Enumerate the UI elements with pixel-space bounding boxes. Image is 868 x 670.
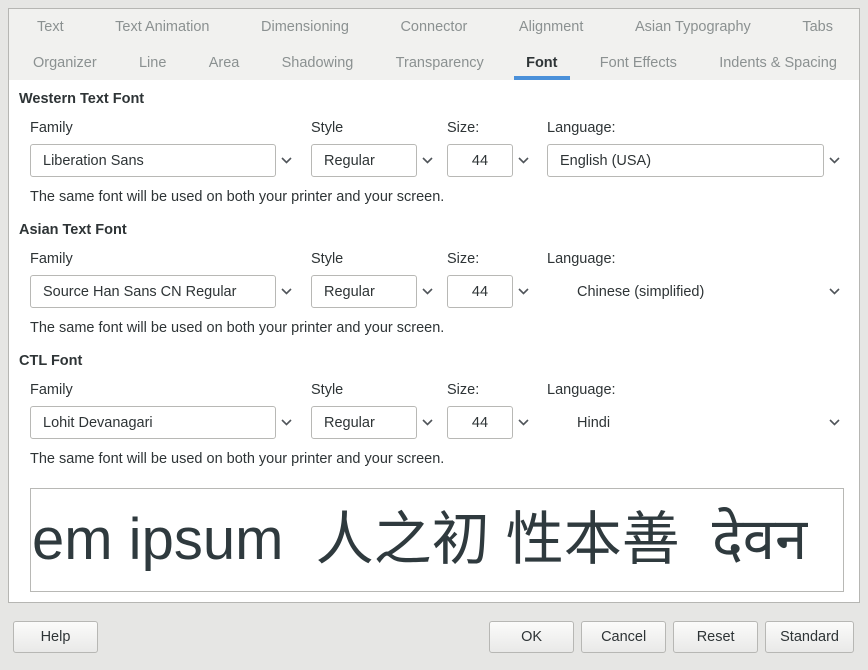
tab-shadowing[interactable]: Shadowing [270,45,366,80]
chevron-down-icon[interactable] [824,275,844,308]
asian-size-combobox [447,275,533,308]
asian-style-input[interactable] [311,275,417,308]
chevron-down-icon[interactable] [417,406,437,439]
tab-asian-typography[interactable]: Asian Typography [623,9,763,45]
tab-row-1: Text Text Animation Dimensioning Connect… [9,9,859,45]
section-title-western: Western Text Font [19,91,859,108]
chevron-down-icon[interactable] [513,406,533,439]
ctl-size-label: Size: [447,382,533,399]
ctl-style-label: Style [311,382,437,399]
asian-family-label: Family [30,251,296,268]
ctl-size-combobox [447,406,533,439]
dialog-action-bar: Help OK Cancel Reset Standard [0,603,868,670]
chevron-down-icon[interactable] [824,144,844,177]
ctl-family-input[interactable] [30,406,276,439]
chevron-down-icon[interactable] [417,144,437,177]
asian-language-value: Chinese (simplified) [547,284,704,300]
western-family-combobox [30,144,296,177]
font-preview-text: em ipsum 人之初 性本善 देवन [31,511,807,569]
tab-tabs[interactable]: Tabs [790,9,845,45]
ctl-size-input[interactable] [447,406,513,439]
asian-family-combobox [30,275,296,308]
printer-screen-note: The same font will be used on both your … [30,320,844,337]
tab-organizer[interactable]: Organizer [21,45,109,80]
tab-transparency[interactable]: Transparency [384,45,496,80]
ctl-family-combobox [30,406,296,439]
ctl-language-value: Hindi [547,415,610,431]
font-preview-box: em ipsum 人之初 性本善 देवन [30,488,844,592]
western-size-combobox [447,144,533,177]
ctl-font-section: CTL Font Family Style Size: Language: [9,353,859,468]
ctl-language-label: Language: [547,382,844,399]
western-size-input[interactable] [447,144,513,177]
tab-text[interactable]: Text [25,9,76,45]
cancel-button[interactable]: Cancel [581,621,666,653]
western-text-font-section: Western Text Font Family Style Size: Lan… [9,91,859,206]
western-style-combobox [311,144,437,177]
tab-text-animation[interactable]: Text Animation [103,9,221,45]
western-size-label: Size: [447,120,533,137]
asian-language-dropdown[interactable]: Chinese (simplified) [547,275,844,308]
standard-button[interactable]: Standard [765,621,854,653]
asian-style-label: Style [311,251,437,268]
chevron-down-icon[interactable] [276,144,296,177]
tab-row-2: Organizer Line Area Shadowing Transparen… [9,45,859,80]
tab-area[interactable]: Area [197,45,252,80]
printer-screen-note: The same font will be used on both your … [30,451,844,468]
western-family-input[interactable] [30,144,276,177]
chevron-down-icon[interactable] [417,275,437,308]
asian-size-label: Size: [447,251,533,268]
chevron-down-icon[interactable] [824,406,844,439]
asian-text-font-section: Asian Text Font Family Style Size: Langu… [9,222,859,337]
western-style-label: Style [311,120,437,137]
tab-line[interactable]: Line [127,45,178,80]
chevron-down-icon[interactable] [276,275,296,308]
tab-font[interactable]: Font [514,45,569,80]
chevron-down-icon[interactable] [513,275,533,308]
asian-language-label: Language: [547,251,844,268]
font-tab-panel: Western Text Font Family Style Size: Lan… [8,80,860,603]
section-title-ctl: CTL Font [19,353,859,370]
tab-alignment[interactable]: Alignment [507,9,595,45]
asian-family-input[interactable] [30,275,276,308]
section-title-asian: Asian Text Font [19,222,859,239]
western-language-label: Language: [547,120,844,137]
western-family-label: Family [30,120,296,137]
tab-font-effects[interactable]: Font Effects [588,45,689,80]
ctl-language-dropdown[interactable]: Hindi [547,406,844,439]
chevron-down-icon[interactable] [513,144,533,177]
ok-button[interactable]: OK [489,621,574,653]
ctl-family-label: Family [30,382,296,399]
printer-screen-note: The same font will be used on both your … [30,189,844,206]
ctl-style-combobox [311,406,437,439]
asian-style-combobox [311,275,437,308]
western-style-input[interactable] [311,144,417,177]
asian-size-input[interactable] [447,275,513,308]
dialog-tab-header: Text Text Animation Dimensioning Connect… [8,8,860,81]
western-language-input[interactable] [547,144,824,177]
reset-button[interactable]: Reset [673,621,758,653]
western-language-combobox [547,144,844,177]
tab-indents-spacing[interactable]: Indents & Spacing [707,45,849,80]
ctl-style-input[interactable] [311,406,417,439]
help-button[interactable]: Help [13,621,98,653]
tab-connector[interactable]: Connector [388,9,479,45]
tab-dimensioning[interactable]: Dimensioning [249,9,361,45]
chevron-down-icon[interactable] [276,406,296,439]
